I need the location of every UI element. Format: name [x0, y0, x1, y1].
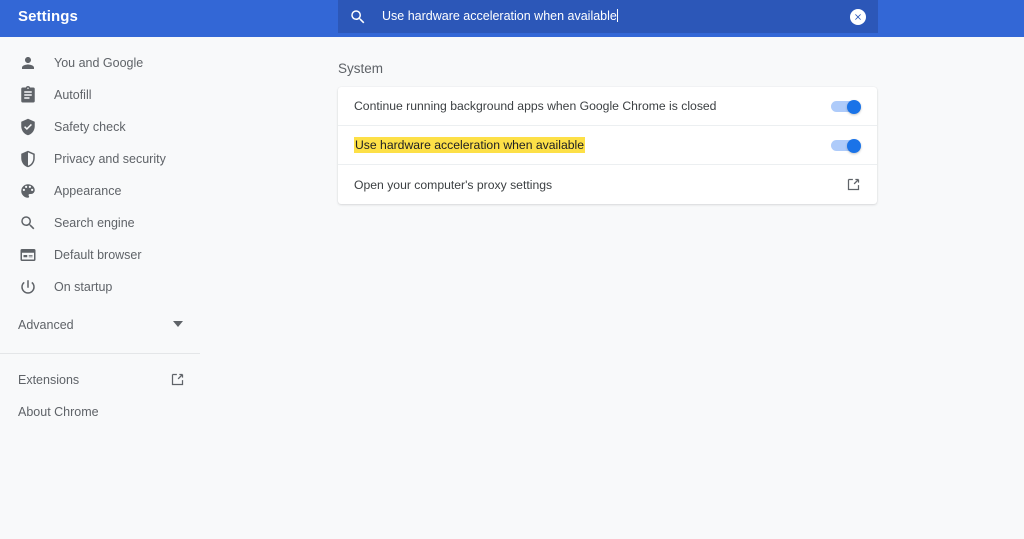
sidebar-item-label: Extensions [18, 373, 80, 387]
sidebar-item-search-engine[interactable]: Search engine [0, 207, 200, 239]
toggle-knob [847, 139, 861, 153]
sidebar-item-label: Default browser [54, 248, 142, 262]
shield-check-icon [18, 117, 38, 137]
palette-icon [18, 181, 38, 201]
sidebar-item-label: Safety check [54, 120, 126, 134]
sidebar-item-label: Search engine [54, 216, 135, 230]
power-icon [18, 277, 38, 297]
sidebar-item-on-startup[interactable]: On startup [0, 271, 200, 303]
text-caret [616, 9, 618, 22]
chevron-down-icon[interactable] [173, 321, 183, 327]
search-input[interactable]: Use hardware acceleration when available [382, 0, 878, 33]
sidebar-item-default-browser[interactable]: Default browser [0, 239, 200, 271]
close-circle-icon[interactable] [850, 9, 866, 25]
settings-page: Settings Use hardware acceleration when … [0, 0, 1024, 539]
sidebar-item-label: Privacy and security [54, 152, 166, 166]
sidebar-item-autofill[interactable]: Autofill [0, 79, 200, 111]
sidebar-item-safety-check[interactable]: Safety check [0, 111, 200, 143]
sidebar-item-appearance[interactable]: Appearance [0, 175, 200, 207]
sidebar-item-label: About Chrome [18, 405, 99, 419]
search-icon [349, 8, 367, 26]
sidebar: You and Google Autofill Safety check Pri… [0, 37, 200, 539]
main-content: System Continue running background apps … [200, 37, 1024, 539]
clipboard-icon [18, 85, 38, 105]
settings-search-box[interactable]: Use hardware acceleration when available [338, 0, 878, 33]
setting-row-hardware-acceleration[interactable]: Use hardware acceleration when available [338, 126, 877, 165]
background-apps-toggle[interactable] [831, 100, 861, 114]
sidebar-item-extensions[interactable]: Extensions [0, 364, 200, 396]
sidebar-item-label: Appearance [54, 184, 122, 198]
search-icon [18, 213, 38, 233]
setting-control [846, 165, 861, 204]
setting-control [831, 87, 861, 126]
sidebar-item-label: Advanced [18, 318, 74, 332]
app-header: Settings Use hardware acceleration when … [0, 0, 1024, 37]
setting-label: Use hardware acceleration when available [354, 137, 585, 153]
sidebar-item-label: On startup [54, 280, 113, 294]
toggle-knob [847, 100, 861, 114]
setting-row-proxy-settings[interactable]: Open your computer's proxy settings [338, 165, 877, 204]
sidebar-item-label: Autofill [54, 88, 92, 102]
section-title-system: System [338, 61, 384, 76]
browser-window-icon [18, 245, 38, 265]
shield-half-icon [18, 149, 38, 169]
external-link-icon[interactable] [846, 177, 861, 192]
sidebar-item-label: You and Google [54, 56, 144, 70]
setting-label: Continue running background apps when Go… [354, 99, 717, 113]
sidebar-item-you-and-google[interactable]: You and Google [0, 47, 200, 79]
page-title: Settings [18, 8, 78, 25]
search-input-value: Use hardware acceleration when available [382, 9, 617, 23]
sidebar-item-advanced[interactable]: Advanced [0, 309, 200, 341]
setting-control [831, 126, 861, 165]
system-settings-card: Continue running background apps when Go… [338, 87, 877, 204]
external-link-icon[interactable] [170, 372, 185, 387]
sidebar-divider [0, 353, 200, 354]
setting-label: Open your computer's proxy settings [354, 177, 553, 192]
sidebar-item-privacy-and-security[interactable]: Privacy and security [0, 143, 200, 175]
sidebar-item-about-chrome[interactable]: About Chrome [0, 396, 200, 428]
setting-row-background-apps[interactable]: Continue running background apps when Go… [338, 87, 877, 126]
person-icon [18, 53, 38, 73]
hardware-acceleration-toggle[interactable] [831, 139, 861, 153]
